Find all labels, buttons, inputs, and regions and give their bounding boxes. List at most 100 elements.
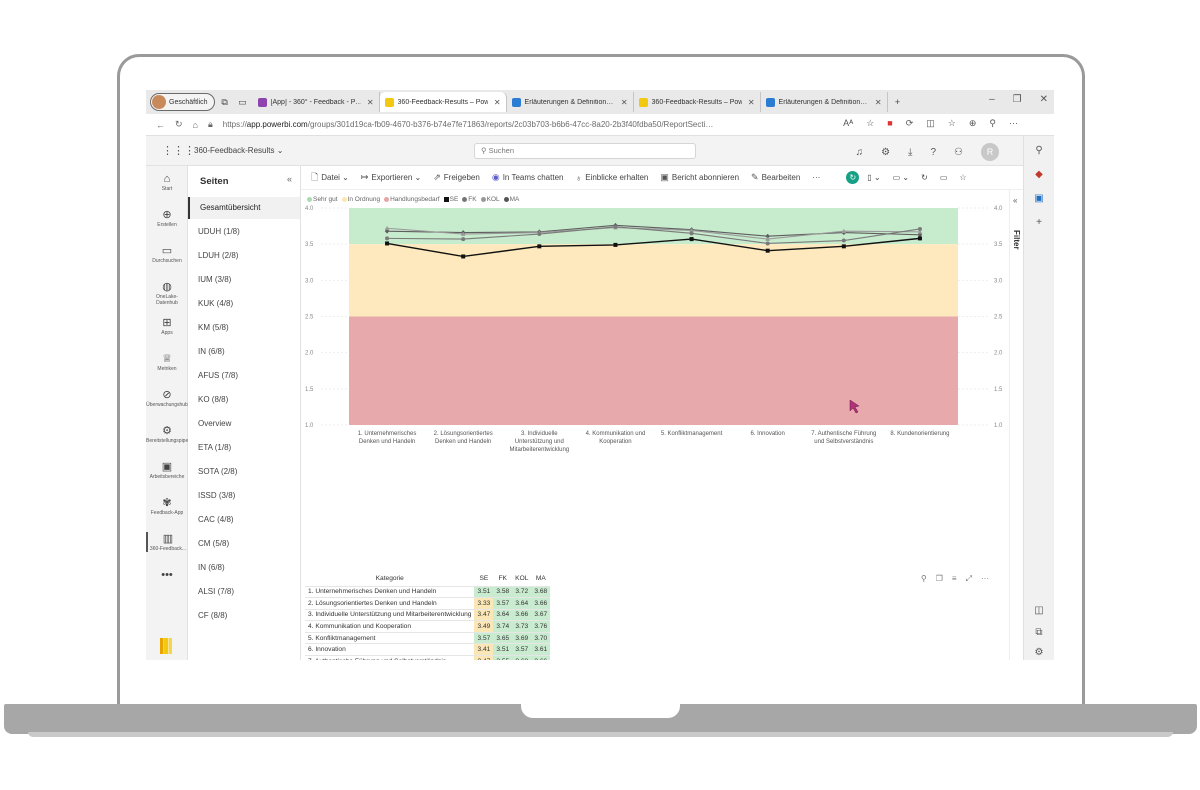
- column-header[interactable]: MA: [531, 572, 550, 586]
- nav-item[interactable]: ⊞ Apps: [146, 316, 188, 336]
- favorite-report-icon[interactable]: ☆: [955, 173, 970, 182]
- collections-icon[interactable]: ⊕: [969, 118, 977, 129]
- close-tab-icon[interactable]: ✕: [748, 98, 755, 107]
- browser-tab[interactable]: Erläuterungen & Definition… ✕: [507, 92, 634, 112]
- legend-item[interactable]: SE: [443, 196, 458, 203]
- nav-item[interactable]: ⊕ Erstellen: [146, 208, 188, 228]
- sidebar-shopping-icon[interactable]: ◆: [1032, 168, 1046, 182]
- table-row[interactable]: 7. Authentische Führung und Selbstverstä…: [305, 655, 551, 660]
- data-point-se[interactable]: [385, 241, 390, 246]
- table-row[interactable]: 3. Individuelle Unterstützung und Mitarb…: [305, 608, 551, 621]
- sidebar-outlook-icon[interactable]: ▣: [1032, 192, 1046, 206]
- data-point-se[interactable]: [765, 248, 770, 253]
- legend-item[interactable]: Handlungsbedarf: [384, 196, 440, 203]
- tab-actions-icon[interactable]: ▭: [235, 94, 251, 110]
- page-tab[interactable]: UDUH (1/8): [188, 221, 300, 243]
- browser-menu-icon[interactable]: ···: [1009, 118, 1018, 129]
- sidebar-settings-icon[interactable]: ⚙: [1032, 646, 1046, 660]
- data-point-fk[interactable]: [841, 238, 846, 243]
- data-point-fk[interactable]: [385, 236, 390, 241]
- extension-icon[interactable]: ■: [887, 118, 892, 129]
- column-header[interactable]: FK: [493, 572, 512, 586]
- copilot-icon[interactable]: ↻: [846, 171, 860, 184]
- column-header[interactable]: Kategorie: [305, 572, 474, 586]
- report-name-dropdown[interactable]: 360-Feedback-Results ⌄: [194, 146, 283, 155]
- favorites-icon[interactable]: ☆: [948, 118, 956, 129]
- browser-tab[interactable]: [App] - 360° - Feedback - P… ✕: [253, 92, 380, 112]
- data-point-se[interactable]: [613, 242, 618, 247]
- data-point-fk[interactable]: [765, 241, 770, 246]
- page-tab[interactable]: KUK (4/8): [188, 293, 300, 315]
- page-tab[interactable]: Gesamtübersicht: [188, 197, 300, 219]
- sidebar-add-icon[interactable]: +: [1032, 216, 1046, 230]
- close-tab-icon[interactable]: ✕: [494, 98, 501, 107]
- legend-item[interactable]: MA: [503, 196, 519, 203]
- reload-icon[interactable]: ↻: [917, 173, 932, 182]
- table-row[interactable]: 6. Innovation 3.41 3.51 3.57 3.61: [305, 643, 551, 656]
- nav-item[interactable]: ⚙ Bereitstellungspipelines: [146, 424, 199, 444]
- filter-pane[interactable]: « Filter: [1009, 190, 1023, 660]
- url-field[interactable]: https://app.powerbi.com/groups/301d19ca-…: [223, 120, 714, 129]
- data-point-fk[interactable]: [461, 237, 466, 242]
- collapse-pages-icon[interactable]: «: [287, 174, 292, 184]
- data-point-fk[interactable]: [613, 224, 618, 229]
- pin-icon[interactable]: ⚲: [921, 574, 927, 584]
- settings-icon[interactable]: ⚙: [881, 147, 890, 158]
- teams-chat-button[interactable]: ◉ In Teams chatten: [488, 172, 568, 183]
- profile-button[interactable]: Geschäftlich: [150, 93, 215, 111]
- legend-item[interactable]: In Ordnung: [341, 196, 380, 203]
- focus-mode-icon[interactable]: ⤢: [966, 574, 972, 584]
- bookmark-dropdown[interactable]: ▯ ⌄: [863, 173, 884, 182]
- favorite-star-icon[interactable]: ☆: [866, 118, 874, 129]
- search-input[interactable]: ⚲ Suchen: [474, 143, 696, 159]
- browser-tab[interactable]: Erläuterungen & Definition… ✕: [761, 92, 888, 112]
- view-dropdown[interactable]: ▭ ⌄: [889, 173, 913, 182]
- copilot-extension-icon[interactable]: ⟳: [906, 118, 914, 129]
- table-row[interactable]: 1. Unternehmerisches Denken und Handeln 3…: [305, 585, 551, 598]
- page-tab[interactable]: SOTA (2/8): [188, 461, 300, 483]
- close-tab-icon[interactable]: ✕: [875, 98, 882, 107]
- line-chart[interactable]: 4.0 4.0 3.5 3.5 3.0 3.0 2.5 2.5 2.0 2.0 1.5 1.5 1.0 1…: [301, 204, 1009, 466]
- data-point-se[interactable]: [917, 236, 922, 241]
- workspaces-icon[interactable]: ⧉: [217, 94, 233, 110]
- browser-tab[interactable]: 360-Feedback-Results – Pow… ✕: [634, 92, 761, 112]
- page-tab[interactable]: IN (6/8): [188, 341, 300, 363]
- read-aloud-icon[interactable]: Aᴬ: [843, 118, 853, 129]
- page-tab[interactable]: CM (5/8): [188, 533, 300, 555]
- nav-item[interactable]: ▣ Arbeitsbereiche: [146, 460, 188, 480]
- page-tab[interactable]: CAC (4/8): [188, 509, 300, 531]
- help-icon[interactable]: ?: [930, 147, 936, 158]
- page-tab[interactable]: KO (8/8): [188, 389, 300, 411]
- page-tab[interactable]: ISSD (3/8): [188, 485, 300, 507]
- legend-item[interactable]: Sehr gut: [307, 196, 338, 203]
- close-tab-icon[interactable]: ✕: [621, 98, 628, 107]
- new-tab-button[interactable]: +: [890, 94, 906, 110]
- expand-filter-icon[interactable]: «: [1013, 196, 1017, 205]
- page-tab[interactable]: IUM (3/8): [188, 269, 300, 291]
- copy-icon[interactable]: ❐: [936, 574, 943, 584]
- share-button[interactable]: ⇗ Freigeben: [429, 172, 484, 183]
- sidebar-external-icon[interactable]: ⧉: [1032, 626, 1046, 640]
- user-avatar[interactable]: R: [981, 143, 999, 161]
- page-tab[interactable]: LDUH (2/8): [188, 245, 300, 267]
- page-tab[interactable]: KM (5/8): [188, 317, 300, 339]
- file-menu[interactable]: 🗋︎ Datei ⌄: [307, 170, 353, 186]
- close-window-icon[interactable]: ✕: [1040, 94, 1048, 105]
- data-point-se[interactable]: [841, 244, 846, 249]
- data-point-fk[interactable]: [537, 232, 542, 237]
- data-point-fk[interactable]: [689, 231, 694, 236]
- nav-item[interactable]: ▭ Durchsuchen: [146, 244, 188, 264]
- minimize-icon[interactable]: –: [989, 94, 995, 105]
- page-tab[interactable]: IN (6/8): [188, 557, 300, 579]
- share-people-icon[interactable]: ⚇: [954, 147, 963, 158]
- data-point-se[interactable]: [461, 254, 466, 259]
- data-point-se[interactable]: [689, 237, 694, 242]
- refresh-icon[interactable]: ↻: [175, 119, 183, 130]
- page-tab[interactable]: Overview: [188, 413, 300, 435]
- download-icon[interactable]: ⤓: [908, 147, 912, 158]
- visual-more-icon[interactable]: ···: [981, 574, 989, 584]
- extensions-icon[interactable]: ⚲: [989, 118, 996, 129]
- more-options-button[interactable]: ···: [808, 173, 824, 182]
- nav-item[interactable]: •••: [146, 568, 188, 582]
- nav-item[interactable]: ✾ Feedback-App: [146, 496, 188, 516]
